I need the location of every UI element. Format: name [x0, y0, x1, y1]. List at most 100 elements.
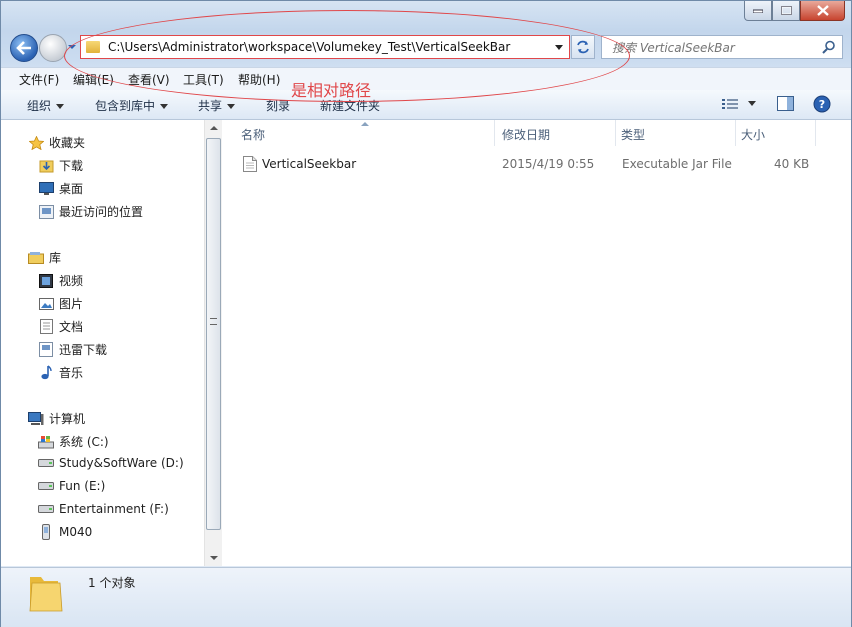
include-in-library-button[interactable]: 包含到库中 [95, 97, 169, 114]
item-count: 1 个对象 [88, 576, 136, 590]
navigation-pane: 收藏夹 下载 桌面 最近访问的位置 库 视频 图片 文档 迅雷下载 音乐 计算机… [1, 120, 205, 566]
back-arrow-icon [16, 41, 31, 55]
chevron-down-icon [227, 104, 236, 109]
file-modified: 2015/4/19 0:55 [502, 157, 595, 171]
menu-bar: 文件(F) 编辑(E) 查看(V) 工具(T) 帮助(H) [1, 67, 851, 91]
sidebar-item-thunder-downloads[interactable]: 迅雷下载 [38, 341, 107, 358]
column-header-modified[interactable]: 修改日期 [502, 126, 550, 143]
column-divider[interactable] [615, 120, 616, 146]
sidebar-item-label: 最近访问的位置 [59, 205, 144, 219]
sidebar-item-desktop[interactable]: 桌面 [38, 180, 83, 197]
file-list-pane: 名称 修改日期 类型 大小 VerticalSeekbar 2015/4/19 … [222, 120, 851, 566]
grip-icon [210, 318, 217, 325]
column-divider[interactable] [815, 120, 816, 146]
include-in-library-label: 包含到库中 [95, 99, 156, 113]
drive-icon [38, 456, 54, 470]
sidebar-item-drive-c[interactable]: 系统 (C:) [38, 433, 109, 450]
computer-icon [28, 411, 44, 426]
video-library-icon [38, 273, 54, 288]
organize-label: 组织 [27, 99, 52, 113]
address-dropdown-icon[interactable] [555, 45, 563, 50]
menu-edit[interactable]: 编辑(E) [73, 71, 114, 88]
phone-device-icon [38, 524, 54, 540]
drive-icon [38, 502, 54, 516]
sidebar-item-label: 音乐 [59, 366, 84, 380]
sidebar-item-label: Study&SoftWare (D:) [59, 456, 184, 470]
sidebar-item-recent-places[interactable]: 最近访问的位置 [38, 203, 143, 220]
sidebar-item-drive-e[interactable]: Fun (E:) [38, 479, 105, 493]
search-icon[interactable] [822, 40, 836, 54]
sidebar-item-music[interactable]: 音乐 [38, 364, 83, 381]
maximize-button[interactable] [772, 1, 800, 21]
address-bar[interactable]: C:\Users\Administrator\workspace\Volumek… [80, 35, 570, 59]
sidebar-item-downloads[interactable]: 下载 [38, 157, 83, 174]
menu-help[interactable]: 帮助(H) [238, 71, 280, 88]
sort-ascending-icon [361, 122, 369, 126]
sidebar-item-videos[interactable]: 视频 [38, 272, 83, 289]
search-box[interactable] [601, 35, 843, 59]
sidebar-item-label: 视频 [59, 274, 84, 288]
menu-file[interactable]: 文件(F) [19, 71, 59, 88]
sidebar-item-label: 文档 [59, 320, 84, 334]
file-type: Executable Jar File [622, 157, 732, 171]
history-dropdown-icon[interactable] [68, 42, 76, 52]
sidebar-item-label: 桌面 [59, 182, 84, 196]
sidebar-item-drive-f[interactable]: Entertainment (F:) [38, 502, 169, 516]
svg-text:?: ? [819, 98, 825, 111]
share-button[interactable]: 共享 [198, 97, 236, 114]
music-library-icon [38, 365, 54, 380]
back-button[interactable] [10, 34, 38, 62]
scroll-up-arrow-icon[interactable] [210, 126, 218, 130]
sidebar-item-documents[interactable]: 文档 [38, 318, 83, 335]
chevron-down-icon [56, 104, 65, 109]
star-icon [28, 135, 44, 150]
refresh-button[interactable] [571, 35, 595, 59]
search-input[interactable] [610, 37, 814, 59]
sidebar-item-drive-d[interactable]: Study&SoftWare (D:) [38, 456, 184, 470]
organize-button[interactable]: 组织 [27, 97, 65, 114]
favorites-header[interactable]: 收藏夹 [28, 134, 85, 151]
share-label: 共享 [198, 99, 223, 113]
column-divider[interactable] [735, 120, 736, 146]
column-header-size[interactable]: 大小 [741, 126, 765, 143]
desktop-icon [38, 182, 54, 196]
forward-button[interactable] [39, 34, 67, 62]
column-header-name[interactable]: 名称 [241, 126, 265, 143]
sidebar-item-label: Entertainment (F:) [59, 502, 169, 516]
minimize-button[interactable] [744, 1, 772, 21]
view-options-icon[interactable] [722, 98, 738, 110]
preview-pane-icon[interactable] [777, 96, 794, 111]
sidebar-item-pictures[interactable]: 图片 [38, 295, 83, 312]
navigation-scrollbar[interactable] [204, 120, 222, 566]
scrollbar-thumb[interactable] [206, 138, 221, 530]
scroll-down-arrow-icon[interactable] [210, 556, 218, 560]
library-icon [28, 251, 44, 265]
sidebar-item-label: 图片 [59, 297, 84, 311]
maximize-icon [780, 6, 792, 15]
libraries-header[interactable]: 库 [28, 249, 61, 266]
sidebar-item-label: 下载 [59, 159, 84, 173]
computer-header[interactable]: 计算机 [28, 410, 85, 427]
thunder-download-icon [38, 342, 54, 357]
close-icon [816, 5, 829, 16]
view-dropdown-icon[interactable] [748, 101, 756, 107]
close-button[interactable] [800, 1, 845, 21]
system-drive-icon [38, 435, 54, 449]
jar-file-icon [243, 156, 257, 172]
column-divider[interactable] [494, 120, 495, 146]
file-row[interactable]: VerticalSeekbar 2015/4/19 0:55 Executabl… [222, 153, 842, 175]
sidebar-item-m040[interactable]: M040 [38, 524, 93, 540]
folder-large-icon [29, 577, 63, 612]
help-icon[interactable]: ? [813, 95, 831, 113]
recent-places-icon [38, 204, 54, 219]
menu-view[interactable]: 查看(V) [128, 71, 170, 88]
column-header-type[interactable]: 类型 [621, 126, 645, 143]
burn-button[interactable]: 刻录 [266, 97, 290, 114]
menu-tools[interactable]: 工具(T) [183, 71, 224, 88]
refresh-icon [577, 40, 589, 54]
picture-library-icon [38, 297, 54, 311]
address-path: C:\Users\Administrator\workspace\Volumek… [108, 40, 511, 54]
chevron-down-icon [160, 104, 169, 109]
sidebar-item-label: M040 [59, 525, 93, 539]
caption-buttons [744, 1, 845, 21]
